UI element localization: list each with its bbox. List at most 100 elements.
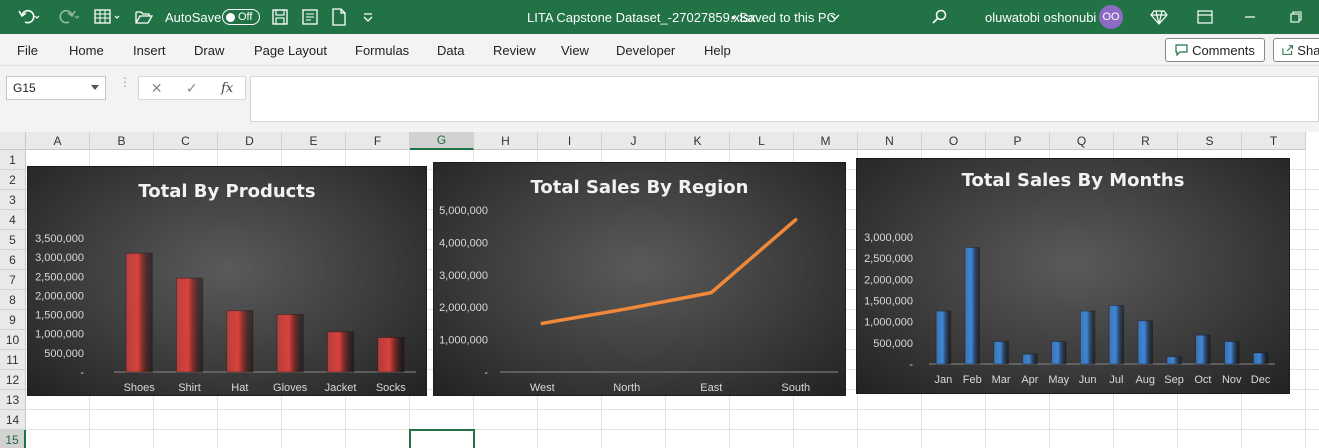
customize-toolbar-icon[interactable]: [362, 0, 374, 34]
bar[interactable]: [1108, 305, 1125, 365]
column-header[interactable]: K: [666, 132, 730, 150]
restore-icon[interactable]: [1290, 0, 1302, 34]
bar[interactable]: [1079, 310, 1096, 365]
row-header[interactable]: 1: [0, 150, 26, 170]
row-header[interactable]: 7: [0, 270, 26, 290]
bar[interactable]: [326, 331, 355, 373]
tab-insert[interactable]: Insert: [133, 34, 166, 66]
comments-button[interactable]: Comments: [1165, 38, 1265, 62]
series-line[interactable]: [540, 217, 798, 326]
tab-review[interactable]: Review: [493, 34, 536, 66]
row-header[interactable]: 4: [0, 210, 26, 230]
insert-function-icon[interactable]: fx: [221, 81, 233, 96]
x-tick-label: Gloves: [273, 382, 308, 394]
column-header[interactable]: R: [1114, 132, 1178, 150]
formula-input[interactable]: [250, 76, 1319, 122]
chevron-down-icon[interactable]: [829, 0, 841, 34]
open-folder-icon[interactable]: [135, 0, 153, 34]
row-header[interactable]: 11: [0, 350, 26, 370]
column-header[interactable]: H: [474, 132, 538, 150]
column-header[interactable]: Q: [1050, 132, 1114, 150]
minimize-icon[interactable]: [1244, 0, 1256, 34]
bar[interactable]: [276, 314, 304, 373]
column-header[interactable]: M: [794, 132, 858, 150]
column-header[interactable]: C: [154, 132, 218, 150]
column-header[interactable]: O: [922, 132, 986, 150]
diamond-icon[interactable]: [1150, 0, 1168, 34]
bar[interactable]: [1224, 341, 1240, 365]
column-header[interactable]: T: [1242, 132, 1306, 150]
column-header[interactable]: N: [858, 132, 922, 150]
bar[interactable]: [377, 337, 405, 373]
tab-page-layout[interactable]: Page Layout: [254, 34, 327, 66]
column-header[interactable]: P: [986, 132, 1050, 150]
y-tick-label: 3,000,000: [439, 270, 488, 282]
row-header[interactable]: 14: [0, 410, 26, 430]
row-header[interactable]: 15: [0, 430, 26, 448]
redo-icon[interactable]: [58, 0, 80, 34]
column-header[interactable]: G: [410, 132, 474, 150]
chevron-down-icon[interactable]: [91, 85, 99, 90]
bar[interactable]: [935, 310, 952, 365]
column-header[interactable]: F: [346, 132, 410, 150]
tab-home[interactable]: Home: [69, 34, 104, 66]
cancel-icon[interactable]: ✕: [151, 80, 163, 97]
share-button[interactable]: Share: [1273, 38, 1319, 62]
bar[interactable]: [1022, 353, 1038, 365]
share-icon: [1282, 45, 1293, 55]
search-icon[interactable]: [932, 0, 948, 34]
row-header[interactable]: 13: [0, 390, 26, 410]
row-header[interactable]: 5: [0, 230, 26, 250]
table-format-icon[interactable]: [94, 0, 122, 34]
row-header[interactable]: 2: [0, 170, 26, 190]
undo-icon[interactable]: [18, 0, 40, 34]
chart-total-sales-by-months[interactable]: Total Sales By Months 3,000,000 2,500,000 2…: [856, 158, 1290, 394]
row-header[interactable]: 12: [0, 370, 26, 390]
column-header[interactable]: J: [602, 132, 666, 150]
bar[interactable]: [1137, 320, 1153, 365]
tab-view[interactable]: View: [561, 34, 589, 66]
new-file-icon[interactable]: [332, 0, 346, 34]
column-header[interactable]: S: [1178, 132, 1242, 150]
column-header[interactable]: A: [26, 132, 90, 150]
form-icon[interactable]: [302, 0, 318, 34]
avatar[interactable]: OO: [1099, 5, 1123, 29]
column-header[interactable]: D: [218, 132, 282, 150]
bar[interactable]: [175, 277, 204, 373]
bar[interactable]: [1252, 352, 1269, 365]
row-header[interactable]: 10: [0, 330, 26, 350]
row-header[interactable]: 9: [0, 310, 26, 330]
x-tick-label: Socks: [376, 382, 406, 394]
row-header[interactable]: 3: [0, 190, 26, 210]
y-tick-label: 2,000,000: [35, 290, 84, 302]
row-header[interactable]: 6: [0, 250, 26, 270]
tab-formulas[interactable]: Formulas: [355, 34, 409, 66]
bar[interactable]: [1195, 334, 1211, 365]
bar[interactable]: [993, 341, 1009, 365]
save-icon[interactable]: [272, 0, 288, 34]
ribbon-display-icon[interactable]: [1197, 0, 1213, 34]
tab-draw[interactable]: Draw: [194, 34, 224, 66]
select-all-corner[interactable]: [0, 132, 26, 150]
more-options-icon[interactable]: ⋮: [119, 76, 131, 88]
tab-file[interactable]: File: [17, 34, 38, 66]
column-header[interactable]: E: [282, 132, 346, 150]
bar[interactable]: [125, 252, 153, 373]
chart-total-sales-by-region[interactable]: Total Sales By Region 5,000,000 4,000,000 3…: [433, 162, 846, 396]
column-header[interactable]: L: [730, 132, 794, 150]
bar[interactable]: [964, 247, 980, 365]
autosave-toggle[interactable]: Off: [222, 9, 260, 25]
column-header[interactable]: B: [90, 132, 154, 150]
chart-total-by-products[interactable]: Total By Products 3,500,000 3,000,000 2,500…: [27, 166, 427, 396]
selected-cell[interactable]: [409, 429, 475, 448]
tab-data[interactable]: Data: [437, 34, 464, 66]
bar[interactable]: [226, 310, 254, 373]
bar[interactable]: [1051, 341, 1067, 365]
row-header[interactable]: 8: [0, 290, 26, 310]
tab-developer[interactable]: Developer: [616, 34, 675, 66]
enter-icon[interactable]: ✓: [186, 80, 198, 97]
bar[interactable]: [1166, 356, 1182, 365]
tab-help[interactable]: Help: [704, 34, 731, 66]
name-box[interactable]: G15: [6, 76, 106, 100]
column-header[interactable]: I: [538, 132, 602, 150]
